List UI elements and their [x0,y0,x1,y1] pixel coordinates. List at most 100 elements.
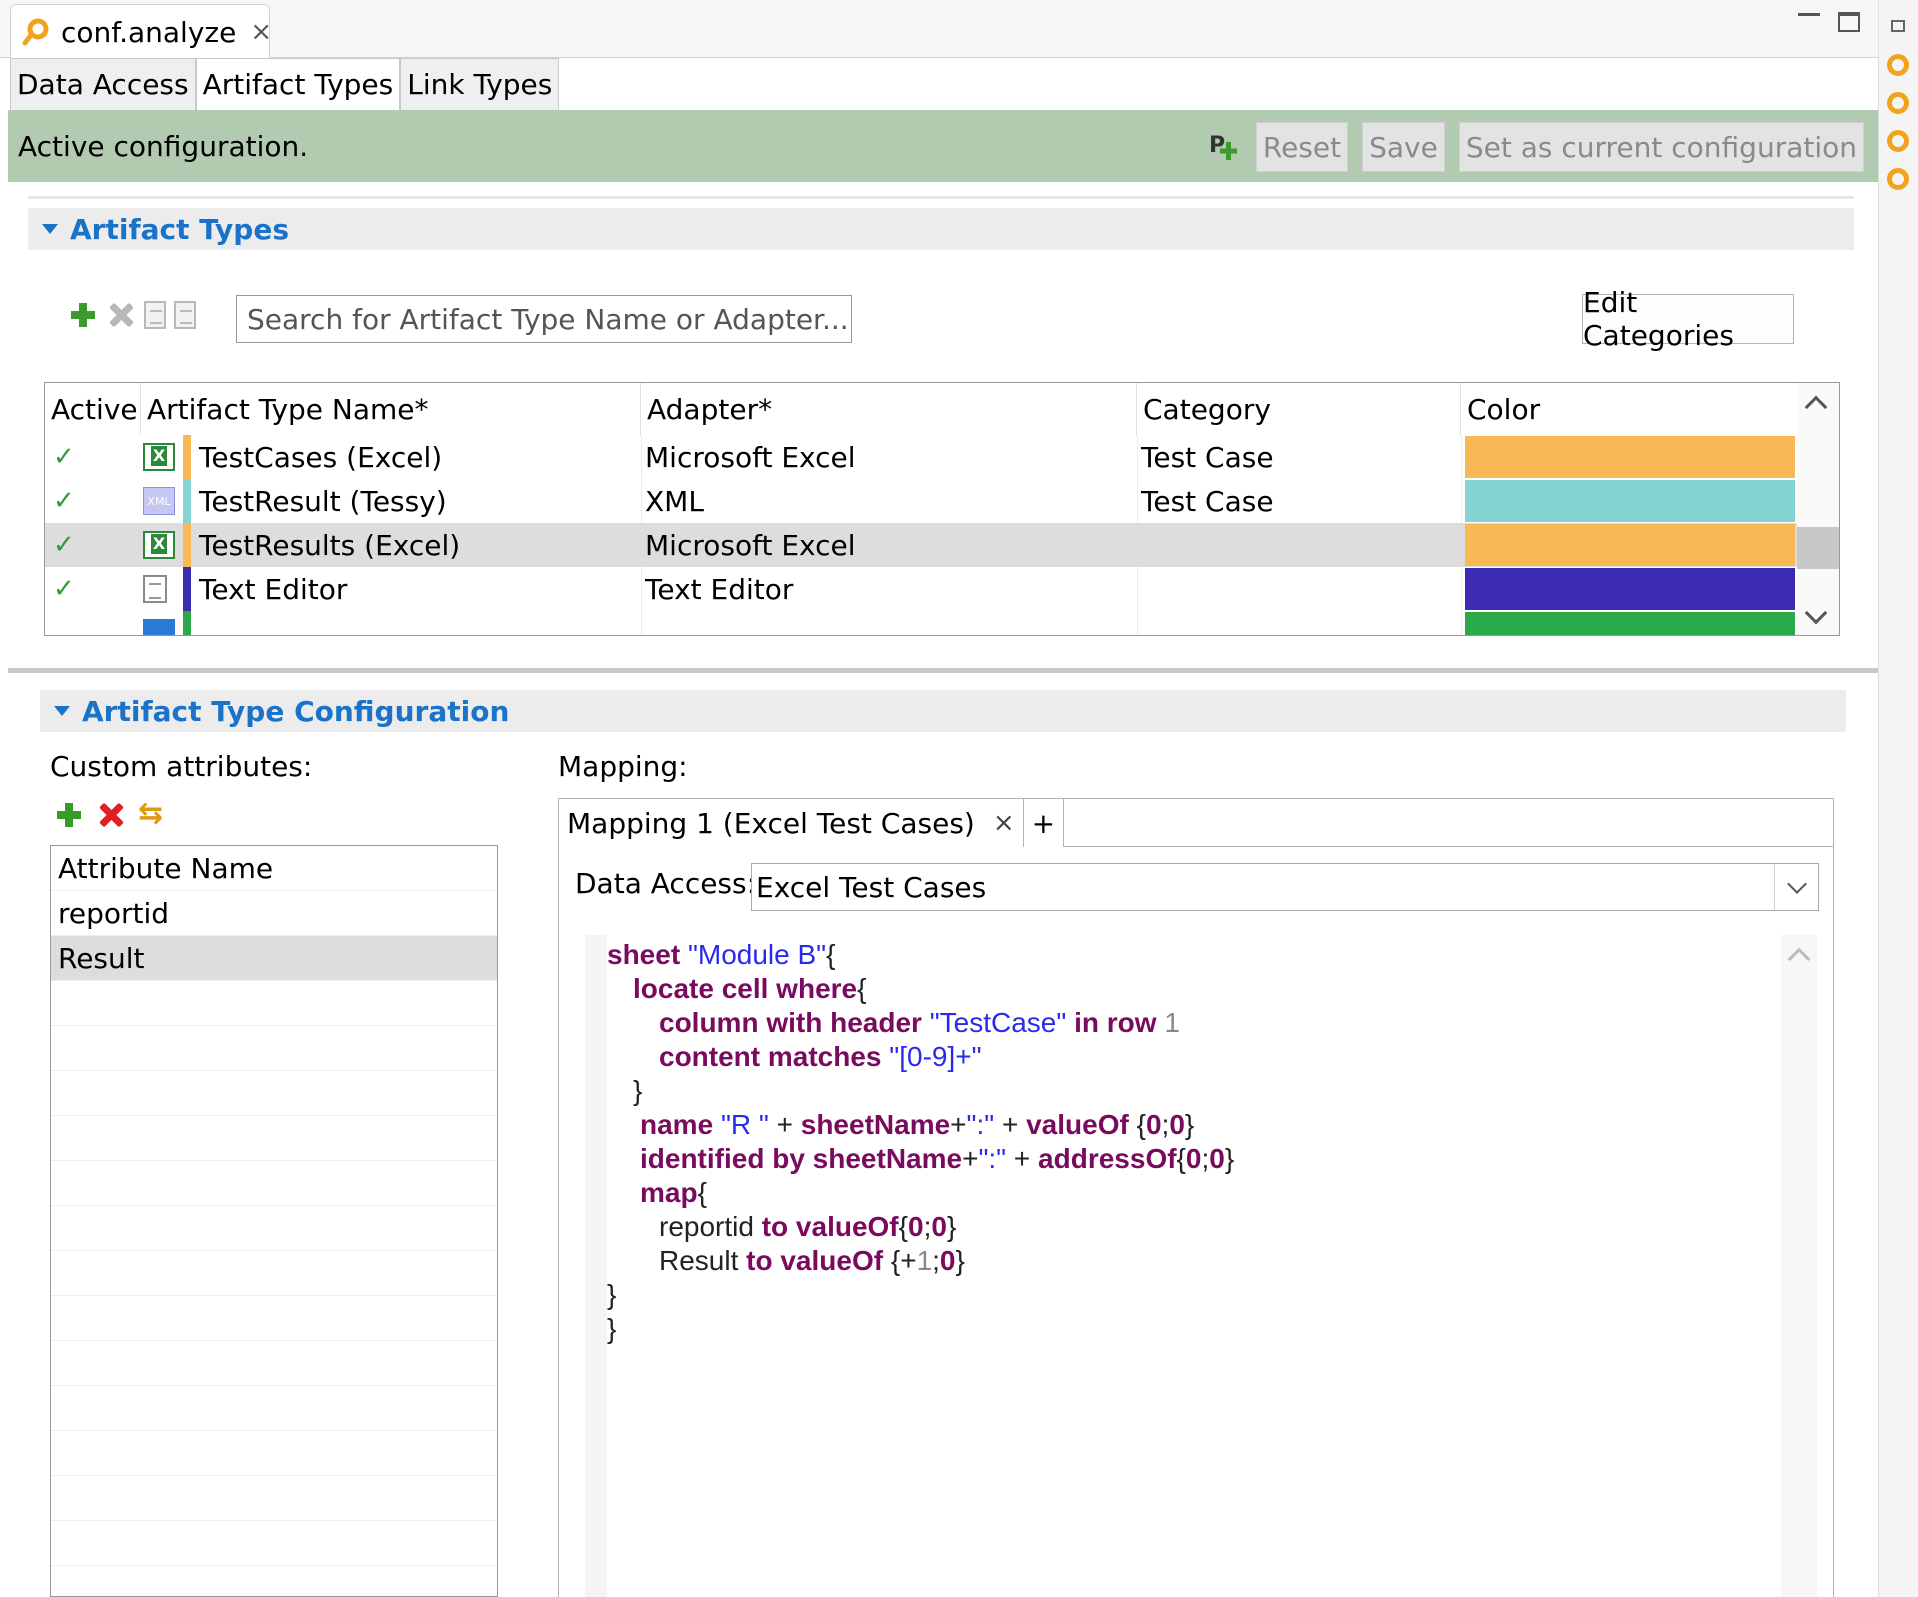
column-header-active[interactable]: Active [45,383,141,435]
column-header-color[interactable]: Color [1461,383,1797,435]
code-line: map{ [640,1177,707,1208]
category-name: Test Case [1141,484,1274,518]
copy-icon[interactable] [144,301,166,329]
analyze-view-icon[interactable] [1887,130,1909,152]
editor-tab-title: conf.analyze [61,15,237,49]
analyze-view-icon[interactable] [1887,92,1909,114]
excel-icon [143,443,175,471]
scroll-up-icon[interactable] [1787,947,1811,971]
list-item[interactable]: reportid [51,891,497,936]
tab-mapping-1[interactable]: Mapping 1 (Excel Test Cases) × [559,799,1024,847]
scrollbar-thumb[interactable] [1797,527,1839,569]
paste-icon[interactable] [174,301,196,329]
status-bar: Active configuration. P Reset Save Set a… [8,110,1878,182]
empty-row [51,1476,497,1521]
delete-icon[interactable] [106,300,136,330]
data-access-value: Excel Test Cases [756,870,987,904]
code-line: } [607,1313,617,1344]
right-trim-bar [1878,0,1918,1597]
sash-divider[interactable] [8,668,1878,673]
empty-row [51,1341,497,1386]
row-color-stripe [183,479,191,523]
code-line: } [607,1279,617,1310]
mapping-label: Mapping: [558,750,688,783]
data-access-label: Data Access: [575,867,757,900]
add-icon[interactable] [68,300,98,330]
analyze-view-icon[interactable] [1887,168,1909,190]
attribute-header: Attribute Name [51,846,497,891]
row-color-stripe [183,435,191,479]
active-check-icon[interactable]: ✓ [53,567,93,611]
color-swatch[interactable] [1465,436,1795,478]
xml-icon: XML [143,487,175,515]
color-swatch[interactable] [1465,568,1795,610]
tab-artifact-types[interactable]: Artifact Types [195,58,401,110]
mapping-panel: Mapping 1 (Excel Test Cases) × + Data Ac… [558,798,1834,1597]
code-line: name "R " + sheetName+":" + valueOf {0;0… [640,1109,1195,1140]
active-check-icon[interactable]: ✓ [53,479,93,523]
delete-attribute-icon[interactable] [96,800,126,830]
column-header-adapter[interactable]: Adapter* [641,383,1137,435]
color-swatch[interactable] [1465,524,1795,566]
mapping-tab-label: Mapping 1 (Excel Test Cases) [567,806,975,840]
close-icon[interactable]: × [993,808,1015,838]
tab-data-access[interactable]: Data Access [10,58,196,110]
artifact-types-table: Active Artifact Type Name* Adapter* Cate… [44,382,1840,636]
swap-icon[interactable] [138,796,170,832]
empty-row [51,1026,497,1071]
table-row[interactable]: ✓ TestResults (Excel) Microsoft Excel [45,523,1797,567]
active-check-icon[interactable]: ✓ [53,523,93,567]
code-line: } [633,1075,643,1106]
tab-link-types[interactable]: Link Types [400,58,560,110]
column-header-name[interactable]: Artifact Type Name* [141,383,641,435]
text-file-icon [143,575,167,603]
edit-categories-button[interactable]: Edit Categories [1582,286,1794,352]
table-row[interactable]: ✓ Text Editor Text Editor [45,567,1797,611]
artifact-type-configuration-section-header[interactable]: Artifact Type Configuration [40,690,1846,732]
scroll-down-icon[interactable] [1804,601,1828,625]
list-item[interactable]: Result [51,936,497,981]
code-line: locate cell where{ [633,973,867,1004]
data-access-select[interactable]: Excel Test Cases [751,863,1819,911]
editor-tab-strip [0,0,1878,58]
color-swatch[interactable] [1465,480,1795,522]
empty-row [51,1206,497,1251]
code-scrollbar[interactable] [1781,935,1817,1597]
empty-row [51,1521,497,1566]
table-row[interactable] [45,611,1797,635]
excel-icon [143,531,175,559]
add-attribute-icon[interactable] [54,800,84,830]
artifact-types-section-header[interactable]: Artifact Types [28,208,1854,250]
minimize-icon[interactable] [1798,10,1820,16]
analyze-view-icon[interactable] [1887,54,1909,76]
reset-button[interactable]: Reset [1255,122,1349,172]
color-swatch[interactable] [1465,612,1795,635]
save-button[interactable]: Save [1362,122,1445,172]
restore-icon[interactable] [1891,20,1905,32]
section-title: Artifact Types [70,212,289,246]
analyze-logo-icon [21,17,51,47]
search-input[interactable] [236,295,852,343]
chevron-down-icon[interactable] [1774,864,1818,910]
scroll-up-icon[interactable] [1804,395,1828,419]
new-configuration-icon[interactable]: P [1208,130,1242,164]
close-icon[interactable]: × [250,17,272,47]
set-current-configuration-button[interactable]: Set as current configuration [1458,122,1864,172]
column-header-category[interactable]: Category [1137,383,1461,435]
collapse-triangle-icon[interactable] [54,706,70,716]
artifact-types-toolbar [68,300,196,330]
sub-tab-bar: Data Access Artifact Types Link Types [10,58,560,110]
active-check-icon[interactable]: ✓ [53,435,93,479]
code-line: content matches "[0-9]+" [659,1041,982,1072]
mapping-code-editor[interactable]: sheet "Module B"{ locate cell where{ col… [585,935,1817,1597]
empty-row [51,1296,497,1341]
add-mapping-tab-button[interactable]: + [1023,799,1065,847]
editor-tab-conf-analyze[interactable]: conf.analyze × [10,4,272,59]
empty-row [51,1386,497,1431]
table-scrollbar[interactable] [1797,383,1839,635]
adapter-name: XML [645,484,704,518]
table-row[interactable]: ✓ TestCases (Excel) Microsoft Excel Test Ca… [45,435,1797,479]
collapse-triangle-icon[interactable] [42,224,58,234]
table-row[interactable]: ✓ XML TestResult (Tessy) XML Test Case [45,479,1797,523]
maximize-icon[interactable] [1838,12,1860,32]
